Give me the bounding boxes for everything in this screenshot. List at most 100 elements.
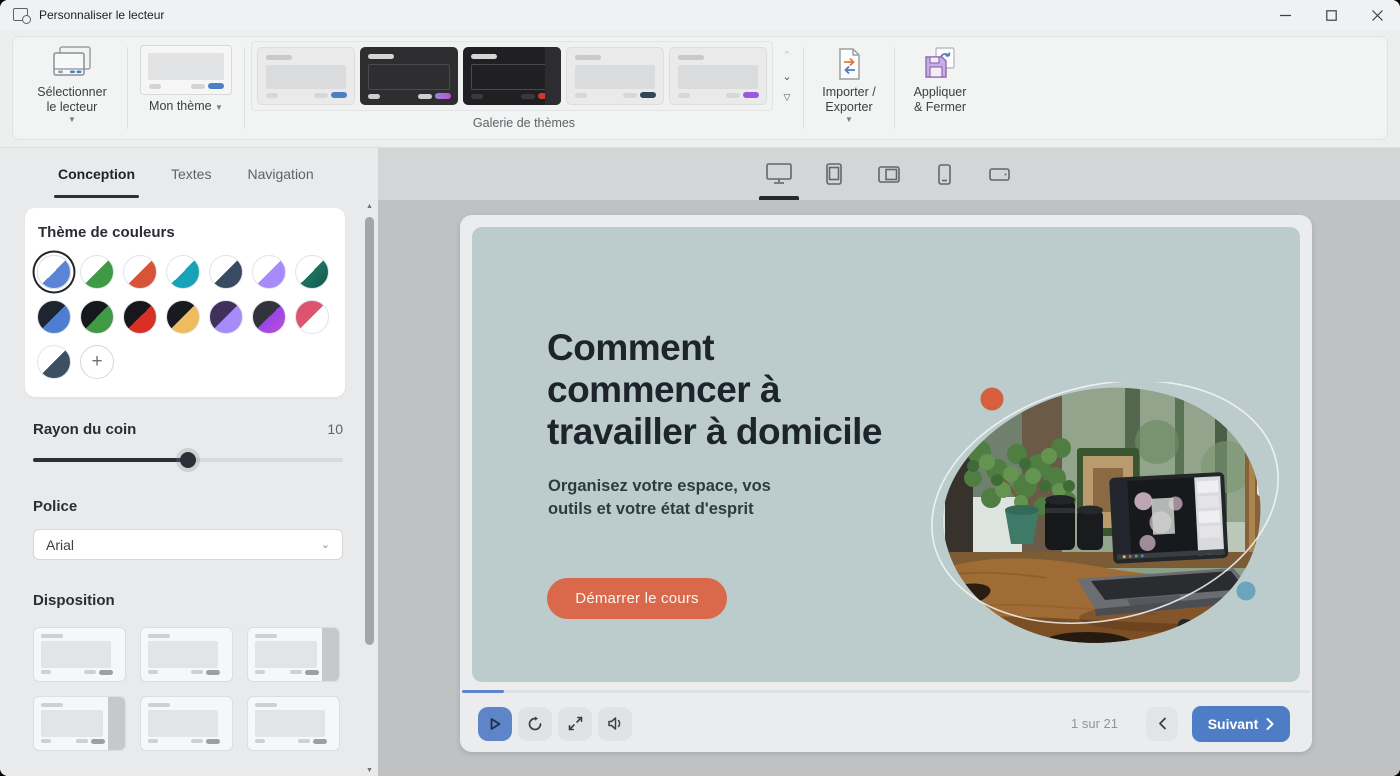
chevron-right-icon bbox=[1266, 718, 1274, 730]
player-progress-fill bbox=[462, 690, 504, 693]
import-export-label-1: Importer / bbox=[822, 85, 876, 99]
apply-close-label-2: & Fermer bbox=[914, 100, 966, 114]
customize-player-window: Personnaliser le lecteur bbox=[0, 0, 1400, 776]
layout-thumb-2[interactable] bbox=[140, 627, 233, 682]
scroll-down-icon[interactable]: ▼ bbox=[366, 767, 373, 774]
minimize-button[interactable] bbox=[1262, 0, 1308, 30]
gallery-scroll-up-icon[interactable]: ⌃ bbox=[779, 47, 795, 63]
device-tablet-landscape-button[interactable] bbox=[869, 148, 909, 200]
layout-thumb-3[interactable] bbox=[247, 627, 340, 682]
fullscreen-button[interactable] bbox=[558, 707, 592, 741]
gallery-caption: Galerie de thèmes bbox=[251, 116, 797, 130]
decorative-blue-dot bbox=[1237, 582, 1256, 601]
color-swatch-2-5[interactable] bbox=[209, 300, 243, 334]
color-swatch-3-1[interactable] bbox=[37, 345, 71, 379]
device-desktop-button[interactable] bbox=[759, 148, 799, 200]
preview-area: Commentcommencer àtravailler à domicile … bbox=[378, 200, 1400, 776]
slider-thumb[interactable] bbox=[180, 452, 196, 468]
sidebar-tabs: ConceptionTextesNavigation bbox=[0, 148, 378, 200]
titlebar: Personnaliser le lecteur bbox=[0, 0, 1400, 30]
font-section: Police Arial ⌄ bbox=[33, 498, 343, 560]
slide-photo bbox=[927, 382, 1287, 662]
theme-dark-purple[interactable] bbox=[360, 47, 458, 105]
theme-light-blue[interactable] bbox=[257, 47, 355, 105]
gallery-more-icon[interactable]: ▽ bbox=[779, 89, 795, 105]
theme-dark-red[interactable] bbox=[463, 47, 561, 105]
import-export-icon bbox=[836, 43, 862, 81]
device-strip bbox=[378, 148, 1400, 200]
next-button-label: Suivant bbox=[1208, 716, 1259, 732]
layout-label: Disposition bbox=[33, 592, 343, 609]
layout-thumb-6[interactable] bbox=[247, 696, 340, 751]
ribbon: Sélectionnerle lecteur ▼ Mon thème ▼ ⌃ ⌄… bbox=[0, 30, 1400, 148]
add-color-theme-button[interactable]: + bbox=[80, 345, 114, 379]
play-button[interactable] bbox=[478, 707, 512, 741]
color-swatch-2-3[interactable] bbox=[123, 300, 157, 334]
color-swatch-1-1[interactable] bbox=[37, 255, 71, 289]
restart-button[interactable] bbox=[518, 707, 552, 741]
volume-button[interactable] bbox=[598, 707, 632, 741]
corner-radius-label: Rayon du coin bbox=[33, 421, 136, 438]
device-phone-landscape-button[interactable] bbox=[979, 148, 1019, 200]
scrollbar-thumb[interactable] bbox=[365, 217, 374, 645]
my-theme-button[interactable]: Mon thème ▼ bbox=[130, 41, 242, 135]
color-swatch-1-4[interactable] bbox=[166, 255, 200, 289]
layout-section: Disposition bbox=[33, 592, 343, 751]
font-select[interactable]: Arial ⌄ bbox=[33, 529, 343, 560]
apply-close-button[interactable]: Appliquer& Fermer bbox=[897, 41, 983, 135]
corner-radius-slider[interactable] bbox=[33, 452, 343, 468]
tab-navigation[interactable]: Navigation bbox=[229, 148, 331, 200]
layout-thumb-1[interactable] bbox=[33, 627, 126, 682]
slide-subtitle: Organisez votre espace, vosoutils et vot… bbox=[548, 475, 771, 521]
select-player-button[interactable]: Sélectionnerle lecteur ▼ bbox=[19, 41, 125, 135]
layout-thumb-4[interactable] bbox=[33, 696, 126, 751]
theme-light-purple[interactable] bbox=[669, 47, 767, 105]
color-swatch-1-3[interactable] bbox=[123, 255, 157, 289]
tab-conception[interactable]: Conception bbox=[40, 148, 153, 200]
player-progress-bar[interactable] bbox=[462, 690, 1310, 693]
corner-radius-value: 10 bbox=[327, 421, 343, 437]
previous-button[interactable] bbox=[1146, 707, 1178, 741]
color-swatch-2-1[interactable] bbox=[37, 300, 71, 334]
theme-light-navy[interactable] bbox=[566, 47, 664, 105]
color-swatch-2-7[interactable] bbox=[295, 300, 329, 334]
sidebar-scrollbar[interactable]: ▲ ▼ bbox=[363, 203, 377, 774]
layout-thumb-5[interactable] bbox=[140, 696, 233, 751]
start-course-button[interactable]: Démarrer le cours bbox=[547, 578, 727, 619]
decorative-orange-dot bbox=[981, 388, 1004, 411]
preview-pane: Commentcommencer àtravailler à domicile … bbox=[378, 148, 1400, 776]
color-swatch-2-6[interactable] bbox=[252, 300, 286, 334]
device-tablet-portrait-button[interactable] bbox=[814, 148, 854, 200]
page-indicator: 1 sur 21 bbox=[1071, 716, 1118, 731]
maximize-button[interactable] bbox=[1308, 0, 1354, 30]
my-theme-thumbnail bbox=[140, 45, 232, 95]
app-icon bbox=[13, 8, 30, 23]
window-title: Personnaliser le lecteur bbox=[39, 8, 164, 22]
color-theme-card: Thème de couleurs + bbox=[25, 208, 345, 397]
select-player-caret-icon: ▼ bbox=[68, 117, 76, 123]
color-swatch-2-2[interactable] bbox=[80, 300, 114, 334]
select-player-icon bbox=[50, 43, 94, 81]
slide-title: Commentcommencer àtravailler à domicile bbox=[547, 327, 882, 453]
device-phone-portrait-button[interactable] bbox=[924, 148, 964, 200]
color-swatch-2-4[interactable] bbox=[166, 300, 200, 334]
color-swatch-1-2[interactable] bbox=[80, 255, 114, 289]
player-controls: 1 sur 21 Suivant bbox=[460, 695, 1312, 752]
apply-close-label-1: Appliquer bbox=[914, 85, 967, 99]
color-swatch-1-7[interactable] bbox=[295, 255, 329, 289]
import-export-label-2: Exporter bbox=[825, 100, 872, 114]
close-button[interactable] bbox=[1354, 0, 1400, 30]
import-export-caret-icon: ▼ bbox=[845, 117, 853, 123]
color-swatch-1-5[interactable] bbox=[209, 255, 243, 289]
import-export-button[interactable]: Importer /Exporter ▼ bbox=[806, 41, 892, 135]
sidebar: ConceptionTextesNavigation Thème de coul… bbox=[0, 148, 378, 776]
color-swatch-1-6[interactable] bbox=[252, 255, 286, 289]
corner-radius-section: Rayon du coin 10 bbox=[33, 421, 343, 468]
gallery-scroll-down-icon[interactable]: ⌄ bbox=[779, 68, 795, 84]
tab-textes[interactable]: Textes bbox=[153, 148, 229, 200]
font-label: Police bbox=[33, 498, 343, 515]
scroll-up-icon[interactable]: ▲ bbox=[366, 203, 373, 210]
font-select-value: Arial bbox=[46, 537, 74, 553]
next-button[interactable]: Suivant bbox=[1192, 706, 1290, 742]
player-frame: Commentcommencer àtravailler à domicile … bbox=[460, 215, 1312, 752]
